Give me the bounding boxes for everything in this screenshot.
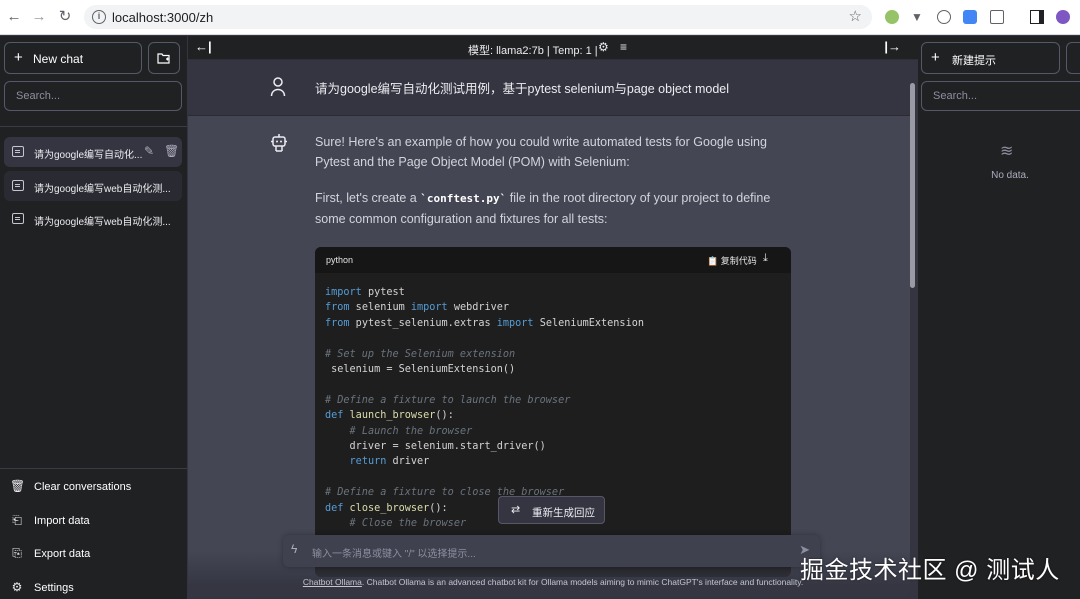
watermark: 掘金技术社区 @ 测试人 <box>800 557 1060 584</box>
browser-toolbar: ← → ↻ i localhost:3000/zh ☆ ▼ <box>0 0 1080 35</box>
back-icon[interactable]: ← <box>5 8 23 26</box>
export-data-button[interactable]: ⎘ Export data <box>10 544 180 564</box>
delete-trash-icon[interactable]: 🗑 <box>164 144 179 158</box>
conversation-item[interactable]: 请为google编写web自动化测... <box>4 171 182 201</box>
refresh-icon: ⇄ <box>511 504 521 516</box>
inline-code: `conftest.py` <box>420 192 507 205</box>
robot-avatar-icon <box>271 134 287 152</box>
user-message-text: 请为google编写自动化测试用例，基于pytest selenium与page… <box>315 82 730 96</box>
footer-link[interactable]: Chatbot Ollama <box>303 577 362 587</box>
user-avatar-icon <box>270 77 286 97</box>
conversation-item[interactable]: 请为google编写自动化... ✎ 🗑 <box>4 137 182 167</box>
folder-plus-icon <box>157 53 170 64</box>
clear-chat-menu-icon[interactable]: ≡ <box>620 40 627 54</box>
extensions-puzzle-icon[interactable] <box>990 10 1004 24</box>
message-input-placeholder: 输入一条消息或键入 "/" 以选择提示... <box>312 549 476 560</box>
model-info: 模型: llama2:7b | Temp: 1 | <box>468 45 598 57</box>
chat-settings-gear-icon[interactable]: ⚙ <box>598 40 609 54</box>
new-prompt-button[interactable]: + 新建提示 <box>921 42 1060 74</box>
user-message-row: 请为google编写自动化测试用例，基于pytest selenium与page… <box>188 61 910 116</box>
profile-avatar[interactable] <box>1056 10 1070 24</box>
address-bar[interactable]: i localhost:3000/zh ☆ <box>84 5 872 29</box>
footer-text: . Chatbot Ollama is an advanced chatbot … <box>361 577 804 587</box>
new-prompt-folder-button[interactable] <box>1066 42 1080 74</box>
assistant-conftest-text: First, let's create a `conftest.py` file… <box>315 188 795 229</box>
copy-code-button[interactable]: 📋 复制代码 <box>707 254 757 267</box>
assistant-intro-text: Sure! Here's an example of how you could… <box>315 135 767 169</box>
chat-scrollbar[interactable] <box>910 83 915 288</box>
conversation-item[interactable]: 请为google编写web自动化测... <box>4 204 182 234</box>
import-data-button[interactable]: ⎗ Import data <box>10 511 180 531</box>
export-data-label: Export data <box>34 548 91 560</box>
no-data-icon: ≋ <box>1000 143 1014 160</box>
message-input[interactable]: ϟ 输入一条消息或键入 "/" 以选择提示... ➤ <box>283 535 820 567</box>
new-chat-button[interactable]: + New chat <box>4 42 142 74</box>
translate-icon[interactable] <box>963 10 977 24</box>
extension-green-icon[interactable] <box>885 10 899 24</box>
search-placeholder: Search... <box>16 90 61 102</box>
copy-code-label: 复制代码 <box>720 256 757 266</box>
conversation-label: 请为google编写web自动化测... <box>34 184 171 195</box>
file-export-icon: ⎘ <box>12 546 22 560</box>
bolt-icon[interactable]: ϟ <box>291 542 297 556</box>
clear-conversations-label: Clear conversations <box>34 481 132 493</box>
no-data-text: No data. <box>991 170 1029 181</box>
chat-main: ←| 模型: llama2:7b | Temp: 1 | ⚙ ≡ |→ 请为go… <box>188 36 918 599</box>
regenerate-response-button[interactable]: ⇄ 重新生成回应 <box>498 496 605 524</box>
right-sidebar: + 新建提示 Search... ≋ No data. <box>918 36 1080 599</box>
gear-icon: ⚙ <box>11 580 23 594</box>
divider <box>0 468 187 469</box>
clear-conversations-button[interactable]: 🗑 Clear conversations <box>10 477 180 497</box>
divider <box>0 126 187 127</box>
plus-icon: + <box>931 49 940 66</box>
chat-bubble-icon <box>12 180 24 191</box>
conversation-label: 请为google编写自动化... <box>34 150 143 161</box>
url-text: localhost:3000/zh <box>112 10 214 25</box>
new-prompt-label: 新建提示 <box>952 55 996 67</box>
forward-icon[interactable]: → <box>30 8 48 26</box>
assistant-message-row: Sure! Here's an example of how you could… <box>188 116 910 599</box>
conversation-search-input[interactable]: Search... <box>4 81 182 111</box>
site-info-icon[interactable]: i <box>92 10 106 24</box>
collapse-left-sidebar-icon[interactable]: ←| <box>195 39 212 54</box>
extension-v-icon[interactable]: ▼ <box>911 10 925 24</box>
code-block-header: python 📋 复制代码 ⤓ <box>315 247 791 273</box>
edit-pencil-icon[interactable]: ✎ <box>144 144 154 158</box>
code-block: python 📋 复制代码 ⤓ import pytest from selen… <box>315 247 791 577</box>
trash-icon: 🗑 <box>10 479 26 493</box>
extension-circle-icon[interactable] <box>937 10 951 24</box>
plus-icon: + <box>14 49 23 66</box>
conversation-label: 请为google编写web自动化测... <box>34 217 171 228</box>
side-panel-icon[interactable] <box>1030 10 1044 24</box>
search-placeholder: Search... <box>933 90 978 102</box>
code-content: import pytest from selenium import webdr… <box>325 287 644 530</box>
collapse-right-sidebar-icon[interactable]: |→ <box>884 39 901 54</box>
chat-bubble-icon <box>12 146 24 157</box>
new-chat-label: New chat <box>33 52 84 66</box>
settings-label: Settings <box>34 582 74 594</box>
left-sidebar: + New chat Search... 请为google编写自动化... ✎ … <box>0 36 187 599</box>
conftest-text-before: First, let's create a <box>315 191 421 205</box>
prompt-search-input[interactable]: Search... <box>921 81 1080 111</box>
new-folder-button[interactable] <box>148 42 180 74</box>
chat-topbar: ←| 模型: llama2:7b | Temp: 1 | ⚙ ≡ |→ <box>188 36 918 60</box>
download-icon[interactable]: ⤓ <box>763 252 768 265</box>
settings-button[interactable]: ⚙ Settings <box>10 578 180 598</box>
import-data-label: Import data <box>34 515 90 527</box>
reload-icon[interactable]: ↻ <box>56 8 74 26</box>
code-language-label: python <box>326 255 354 265</box>
file-import-icon: ⎗ <box>12 513 22 527</box>
bookmark-star-icon[interactable]: ☆ <box>849 7 862 25</box>
regenerate-label: 重新生成回应 <box>532 507 595 519</box>
chat-bubble-icon <box>12 213 24 224</box>
